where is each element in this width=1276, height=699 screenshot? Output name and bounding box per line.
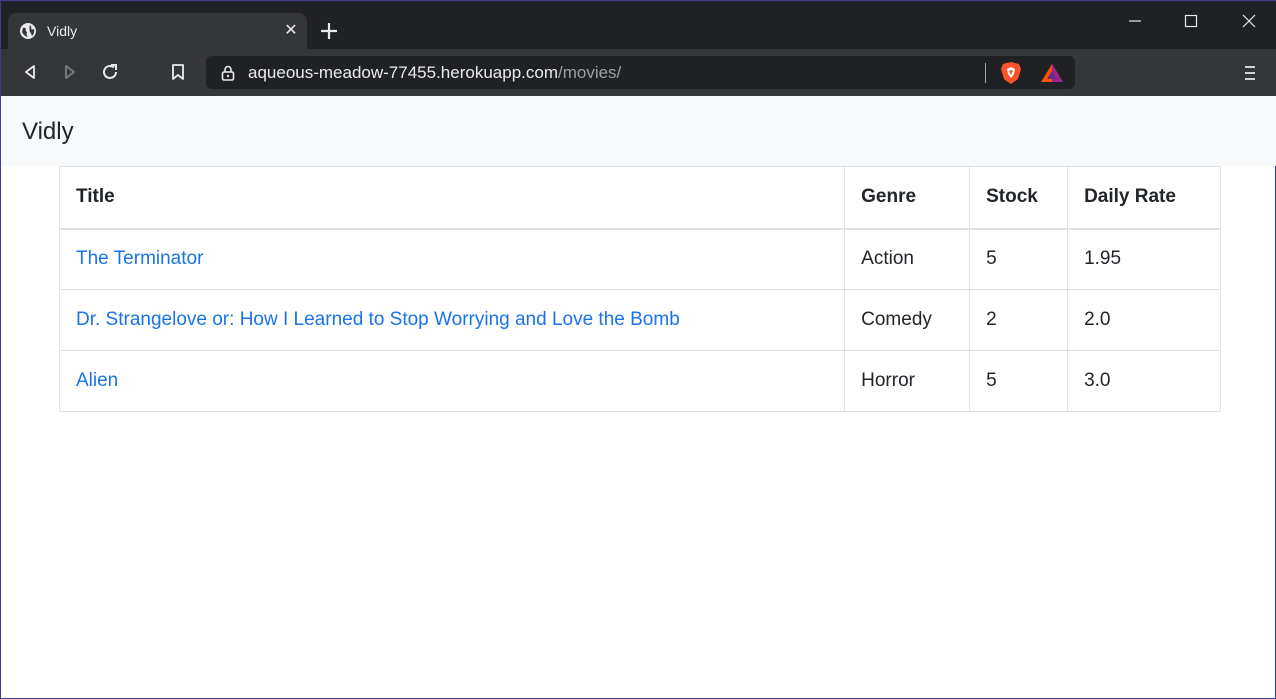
cell-daily-rate: 2.0 bbox=[1067, 289, 1221, 351]
tab-strip: Vidly ✕ bbox=[1, 1, 1276, 49]
movies-table: Title Genre Stock Daily Rate The Termina… bbox=[58, 166, 1221, 412]
table-header-row: Title Genre Stock Daily Rate bbox=[58, 166, 1221, 230]
cell-daily-rate: 1.95 bbox=[1067, 228, 1221, 290]
cell-title: The Terminator bbox=[58, 228, 846, 290]
cell-title: Dr. Strangelove or: How I Learned to Sto… bbox=[58, 289, 846, 351]
maximize-icon[interactable] bbox=[1177, 7, 1205, 35]
cell-genre: Horror bbox=[844, 350, 971, 412]
navbar-brand[interactable]: Vidly bbox=[22, 118, 74, 146]
movie-title-link[interactable]: The Terminator bbox=[76, 248, 203, 269]
address-bar[interactable]: aqueous-meadow-77455.herokuapp.com/movie… bbox=[206, 56, 1075, 89]
column-header-genre: Genre bbox=[844, 166, 971, 230]
reload-icon[interactable] bbox=[97, 59, 123, 85]
cell-genre: Action bbox=[844, 228, 971, 290]
movie-title-link[interactable]: Dr. Strangelove or: How I Learned to Sto… bbox=[76, 309, 680, 330]
cell-stock: 5 bbox=[969, 350, 1069, 412]
table-row: Alien Horror 5 3.0 bbox=[58, 350, 1221, 412]
url-text[interactable]: aqueous-meadow-77455.herokuapp.com/movie… bbox=[248, 63, 621, 83]
movies-table-container: Title Genre Stock Daily Rate The Termina… bbox=[58, 166, 1221, 412]
cell-title: Alien bbox=[58, 350, 846, 412]
url-host: aqueous-meadow-77455.herokuapp.com bbox=[248, 63, 558, 82]
tab-close-button[interactable]: ✕ bbox=[281, 21, 301, 41]
table-row: Dr. Strangelove or: How I Learned to Sto… bbox=[58, 289, 1221, 351]
address-bar-divider bbox=[985, 63, 986, 83]
tab-title: Vidly bbox=[47, 23, 78, 39]
tab-vidly[interactable]: Vidly ✕ bbox=[8, 13, 307, 49]
forward-icon[interactable] bbox=[57, 59, 83, 85]
window-close-icon[interactable] bbox=[1235, 7, 1263, 35]
cell-stock: 2 bbox=[969, 289, 1069, 351]
minimize-icon[interactable] bbox=[1121, 7, 1149, 35]
navbar: Vidly bbox=[2, 96, 1276, 166]
column-header-stock: Stock bbox=[969, 166, 1069, 230]
browser-window: Vidly ✕ aqueous-meadow-77455.herokuapp.c… bbox=[0, 0, 1276, 699]
table-row: The Terminator Action 5 1.95 bbox=[58, 228, 1221, 290]
bat-rewards-icon[interactable] bbox=[1040, 62, 1064, 84]
back-icon[interactable] bbox=[17, 59, 43, 85]
bookmark-icon[interactable] bbox=[165, 59, 191, 85]
column-header-title: Title bbox=[58, 166, 846, 230]
movie-title-link[interactable]: Alien bbox=[76, 370, 118, 391]
column-header-daily-rate: Daily Rate bbox=[1067, 166, 1221, 230]
cell-daily-rate: 3.0 bbox=[1067, 350, 1221, 412]
cell-stock: 5 bbox=[969, 228, 1069, 290]
lock-icon[interactable] bbox=[221, 65, 235, 81]
url-path: /movies/ bbox=[557, 63, 622, 82]
browser-toolbar: aqueous-meadow-77455.herokuapp.com/movie… bbox=[1, 49, 1276, 96]
new-tab-icon[interactable] bbox=[317, 19, 341, 43]
brave-shield-icon[interactable] bbox=[1000, 61, 1022, 85]
cell-genre: Comedy bbox=[844, 289, 971, 351]
globe-icon bbox=[20, 23, 36, 39]
menu-icon[interactable] bbox=[1239, 62, 1261, 84]
